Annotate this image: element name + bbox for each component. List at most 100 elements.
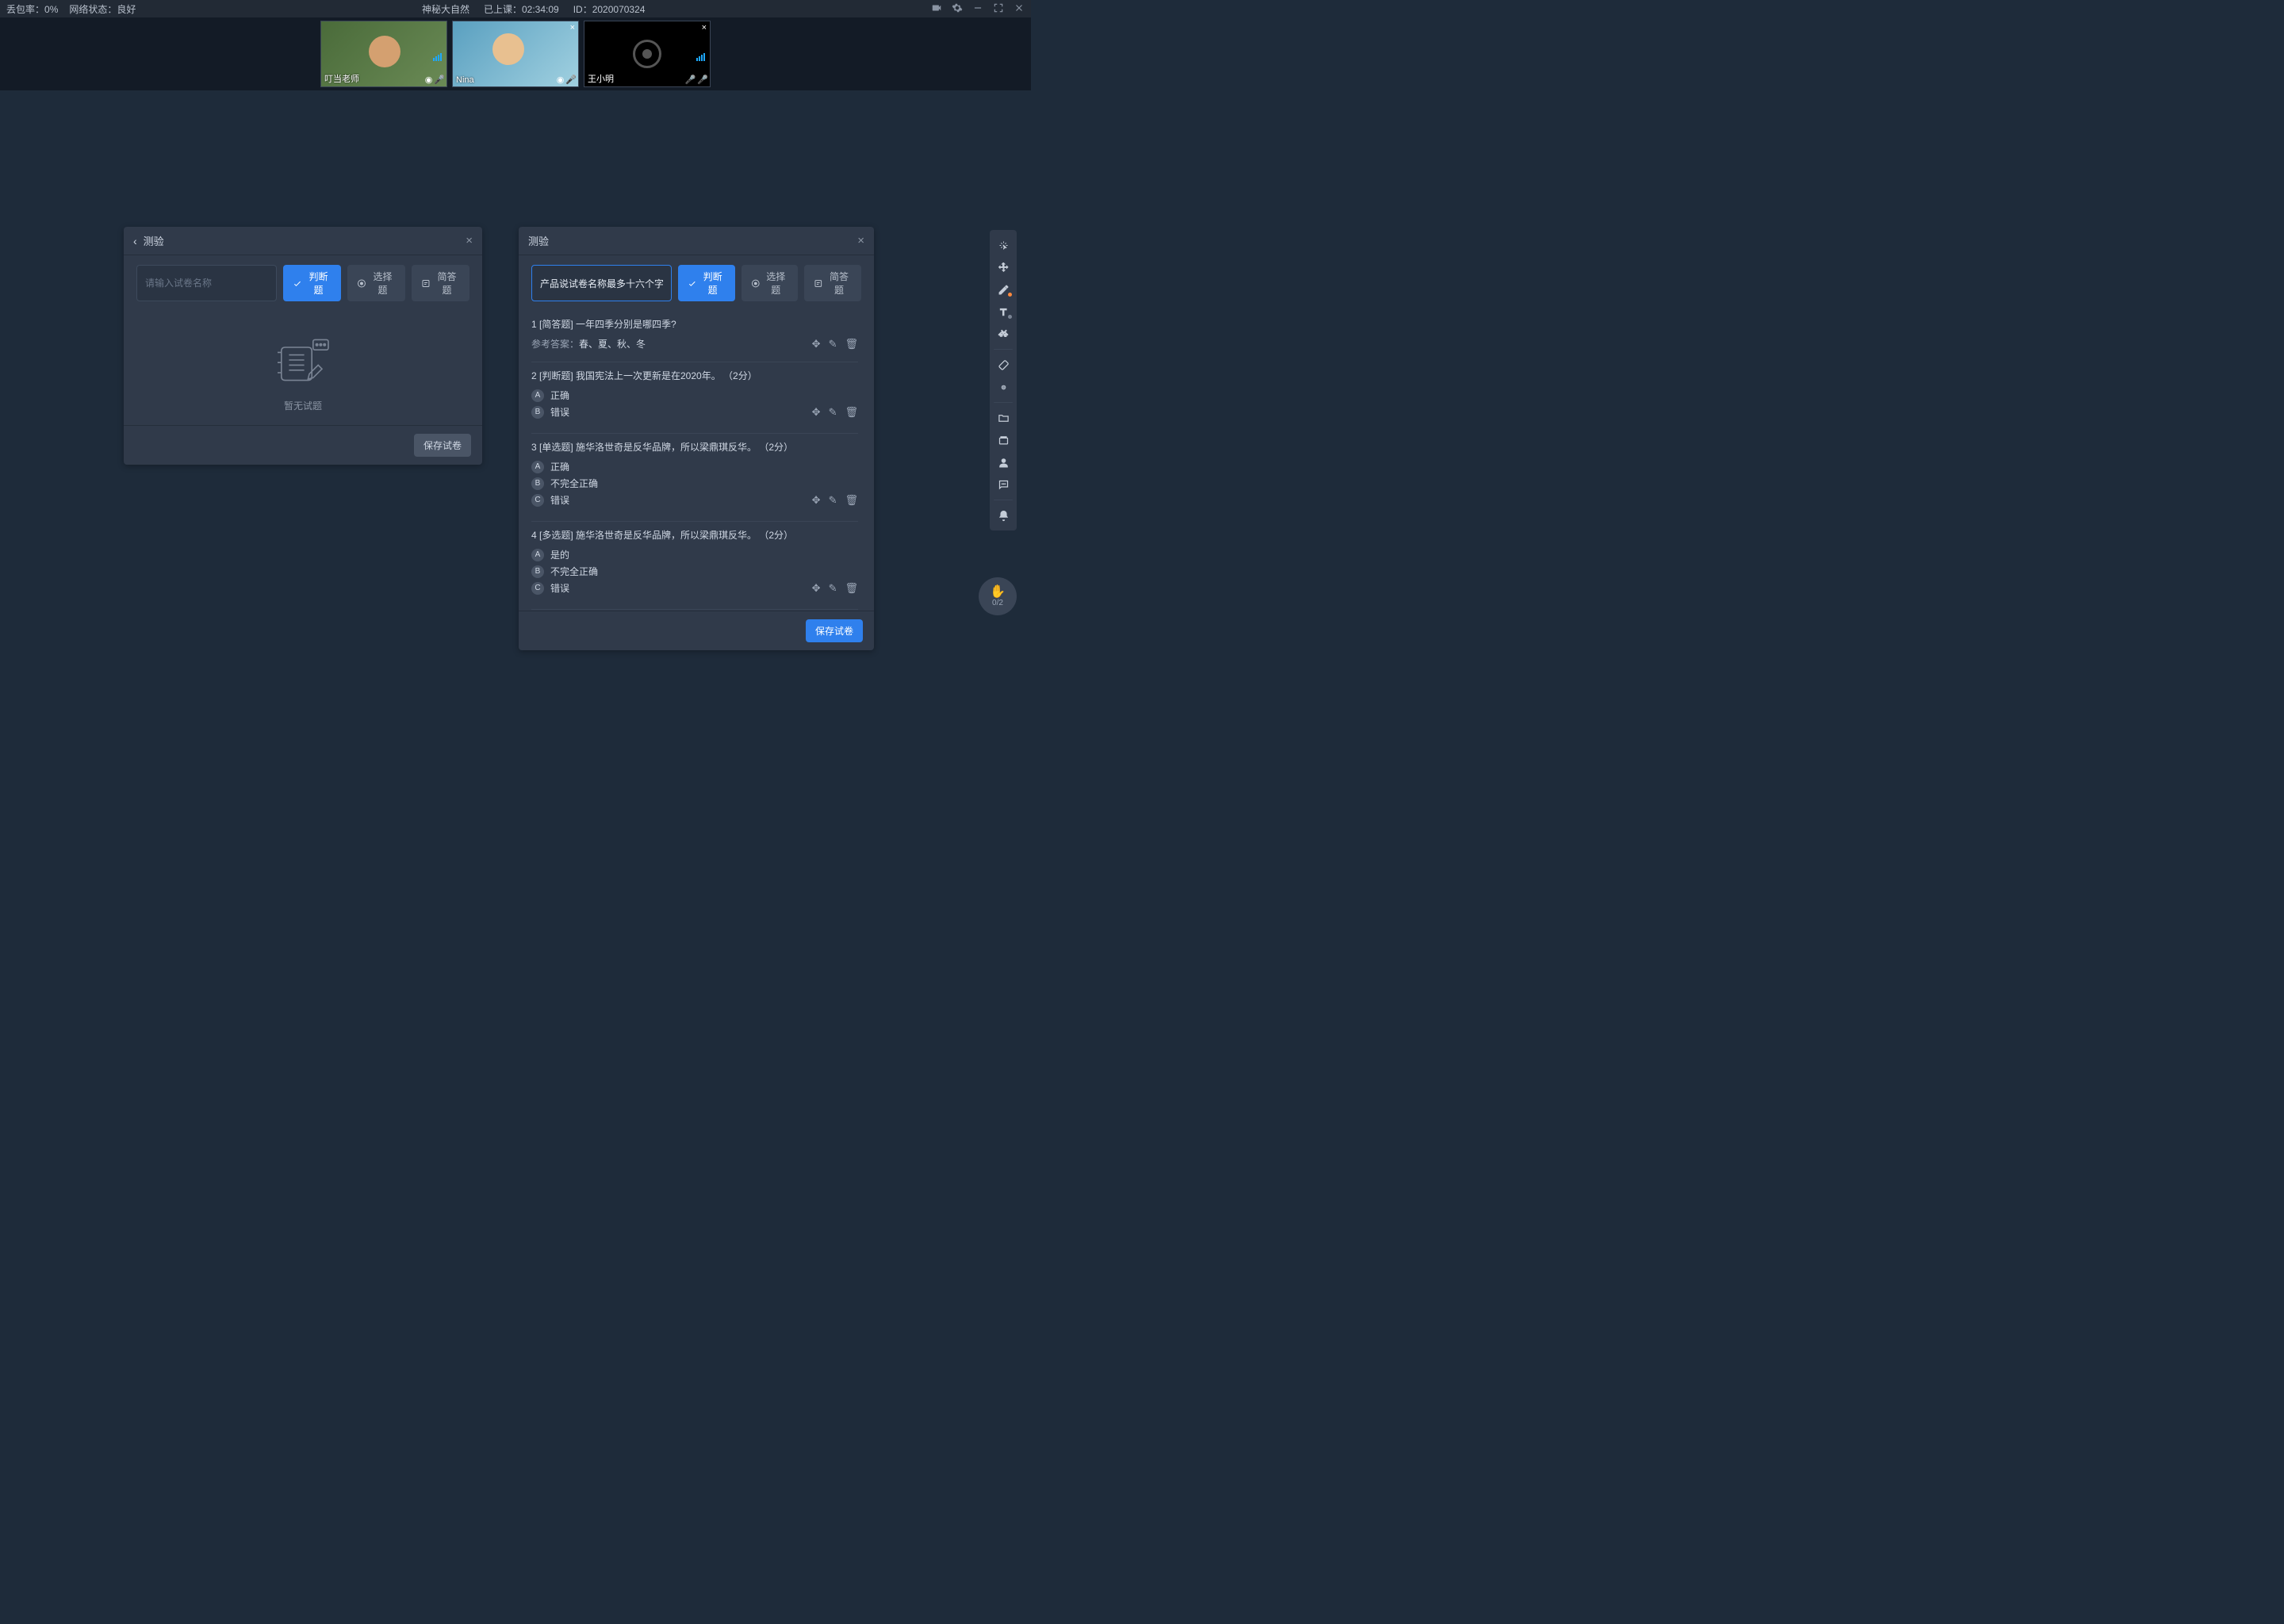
- quiz-panel-empty: ‹ 测验 × 判断题 选择题 简答题 暂无试题 保存试卷: [124, 227, 482, 465]
- back-icon[interactable]: ‹: [133, 235, 137, 247]
- cursor-tool-icon[interactable]: [992, 235, 1014, 255]
- option-letter: A: [531, 549, 544, 561]
- option-text: 正确: [550, 460, 569, 473]
- question-item: 3 [单选题] 施华洛世奇是反华品牌，所以梁鼎琪反华。 （2分） A 正确 B 不完全正…: [531, 434, 858, 522]
- video-tile-student[interactable]: × Nina ◉🎤: [452, 21, 579, 87]
- text-tool-icon[interactable]: [992, 301, 1014, 322]
- network-status: 网络状态：良好: [69, 2, 136, 16]
- panel-title: 测验: [528, 233, 549, 248]
- settings-icon[interactable]: [952, 2, 963, 16]
- packet-loss: 丢包率：0%: [6, 2, 58, 16]
- question-title: 3 [单选题] 施华洛世奇是反华品牌，所以梁鼎琪反华。 （2分）: [531, 440, 858, 454]
- question-item: 2 [判断题] 我国宪法上一次更新是在2020年。 （2分）A正确B错误✥✎🗑: [531, 362, 858, 434]
- question-option: A 正确: [531, 460, 858, 473]
- widgets-tool-icon[interactable]: [992, 430, 1014, 450]
- option-text: 错误: [550, 581, 569, 595]
- add-choice-button[interactable]: 选择题: [347, 265, 405, 301]
- top-bar: 丢包率：0% 网络状态：良好 神秘大自然 已上课：02:34:09 ID：202…: [0, 0, 1031, 17]
- edit-icon[interactable]: ✎: [829, 338, 837, 350]
- chat-tool-icon[interactable]: [992, 474, 1014, 495]
- eraser-tool-icon[interactable]: [992, 354, 1014, 375]
- question-option: B 不完全正确: [531, 477, 858, 490]
- video-name: 王小明: [588, 72, 614, 85]
- question-option: A 正确: [531, 389, 858, 402]
- add-judge-button[interactable]: 判断题: [678, 265, 735, 301]
- option-text: 正确: [550, 389, 569, 402]
- question-option: A 是的: [531, 548, 858, 561]
- add-judge-button[interactable]: 判断题: [283, 265, 341, 301]
- move-icon[interactable]: ✥: [812, 582, 821, 595]
- option-text: 不完全正确: [550, 565, 598, 578]
- option-letter: B: [531, 565, 544, 578]
- quiz-name-input[interactable]: [531, 265, 672, 301]
- option-letter: B: [531, 477, 544, 490]
- question-option: B 不完全正确: [531, 565, 858, 578]
- question-item: 1 [简答题] 一年四季分别是哪四季?参考答案：春、夏、秋、冬✥✎🗑: [531, 311, 858, 362]
- option-letter: C: [531, 494, 544, 507]
- delete-icon[interactable]: 🗑: [845, 406, 858, 419]
- save-quiz-button[interactable]: 保存试卷: [806, 619, 863, 642]
- minimize-icon[interactable]: [972, 2, 983, 16]
- move-tool-icon[interactable]: [992, 257, 1014, 278]
- video-name: 叮当老师: [324, 72, 359, 85]
- question-list[interactable]: 1 [简答题] 一年四季分别是哪四季?参考答案：春、夏、秋、冬✥✎🗑2 [判断题…: [531, 311, 861, 649]
- close-icon[interactable]: ×: [466, 234, 473, 247]
- class-title: 神秘大自然: [422, 2, 469, 16]
- save-quiz-button[interactable]: 保存试卷: [414, 434, 471, 457]
- move-icon[interactable]: ✥: [812, 338, 821, 350]
- option-text: 错误: [550, 405, 569, 419]
- webcam-off-icon: [633, 40, 661, 68]
- delete-icon[interactable]: 🗑: [845, 494, 858, 507]
- close-icon[interactable]: ×: [857, 234, 864, 247]
- bell-tool-icon[interactable]: [992, 505, 1014, 526]
- add-short-answer-button[interactable]: 简答题: [804, 265, 861, 301]
- option-text: 不完全正确: [550, 477, 598, 490]
- move-icon[interactable]: ✥: [812, 494, 821, 507]
- panel-title: 测验: [144, 233, 164, 248]
- question-item: 4 [多选题] 施华洛世奇是反华品牌，所以梁鼎琪反华。 （2分） A 是的 B 不完全正…: [531, 522, 858, 610]
- raise-hand-button[interactable]: ✋ 0/2: [979, 577, 1017, 615]
- option-text: 错误: [550, 493, 569, 507]
- delete-icon[interactable]: 🗑: [845, 582, 858, 595]
- video-name: Nina: [456, 75, 474, 85]
- option-letter: A: [531, 461, 544, 473]
- question-option: B 错误 ✥ ✎ 🗑: [531, 405, 858, 419]
- side-toolbar: [990, 230, 1017, 530]
- elapsed-time: 已上课：02:34:09: [484, 2, 559, 16]
- delete-icon[interactable]: 🗑: [845, 338, 858, 350]
- add-choice-button[interactable]: 选择题: [742, 265, 799, 301]
- reference-answer: 参考答案：春、夏、秋、冬✥✎🗑: [531, 337, 858, 350]
- video-strip: 叮当老师 ◉🎤 × Nina ◉🎤 × 王小明 🎤🎤: [0, 17, 1031, 90]
- close-icon[interactable]: [1014, 2, 1025, 16]
- pen-tool-icon[interactable]: [992, 279, 1014, 300]
- video-tile-student[interactable]: × 王小明 🎤🎤: [584, 21, 711, 87]
- question-option: C 错误 ✥ ✎ 🗑: [531, 493, 858, 507]
- empty-state: 暂无试题: [136, 311, 469, 428]
- hand-icon: ✋: [990, 586, 1006, 599]
- option-letter: C: [531, 582, 544, 595]
- color-tool-icon[interactable]: [992, 377, 1014, 397]
- camera-icon[interactable]: [931, 2, 942, 16]
- question-title: 4 [多选题] 施华洛世奇是反华品牌，所以梁鼎琪反华。 （2分）: [531, 528, 858, 542]
- option-text: 是的: [550, 548, 569, 561]
- session-id: ID：2020070324: [573, 2, 646, 16]
- edit-icon[interactable]: ✎: [829, 582, 837, 595]
- scissors-tool-icon[interactable]: [992, 324, 1014, 344]
- video-close-icon[interactable]: ×: [570, 23, 575, 33]
- question-title: 1 [简答题] 一年四季分别是哪四季?: [531, 317, 858, 331]
- option-letter: A: [531, 389, 544, 402]
- quiz-panel-filled: 测验 × 判断题 选择题 简答题 1 [简答题] 一年四季分别是哪四季?参考答案…: [519, 227, 874, 650]
- edit-icon[interactable]: ✎: [829, 406, 837, 419]
- folder-tool-icon[interactable]: [992, 408, 1014, 428]
- video-tile-teacher[interactable]: 叮当老师 ◉🎤: [320, 21, 447, 87]
- person-tool-icon[interactable]: [992, 452, 1014, 473]
- fullscreen-icon[interactable]: [993, 2, 1004, 16]
- option-letter: B: [531, 406, 544, 419]
- move-icon[interactable]: ✥: [812, 406, 821, 419]
- question-option: C 错误 ✥ ✎ 🗑: [531, 581, 858, 595]
- edit-icon[interactable]: ✎: [829, 494, 837, 507]
- add-short-answer-button[interactable]: 简答题: [412, 265, 469, 301]
- video-close-icon[interactable]: ×: [702, 23, 707, 33]
- quiz-name-input[interactable]: [136, 265, 277, 301]
- empty-text: 暂无试题: [136, 399, 469, 412]
